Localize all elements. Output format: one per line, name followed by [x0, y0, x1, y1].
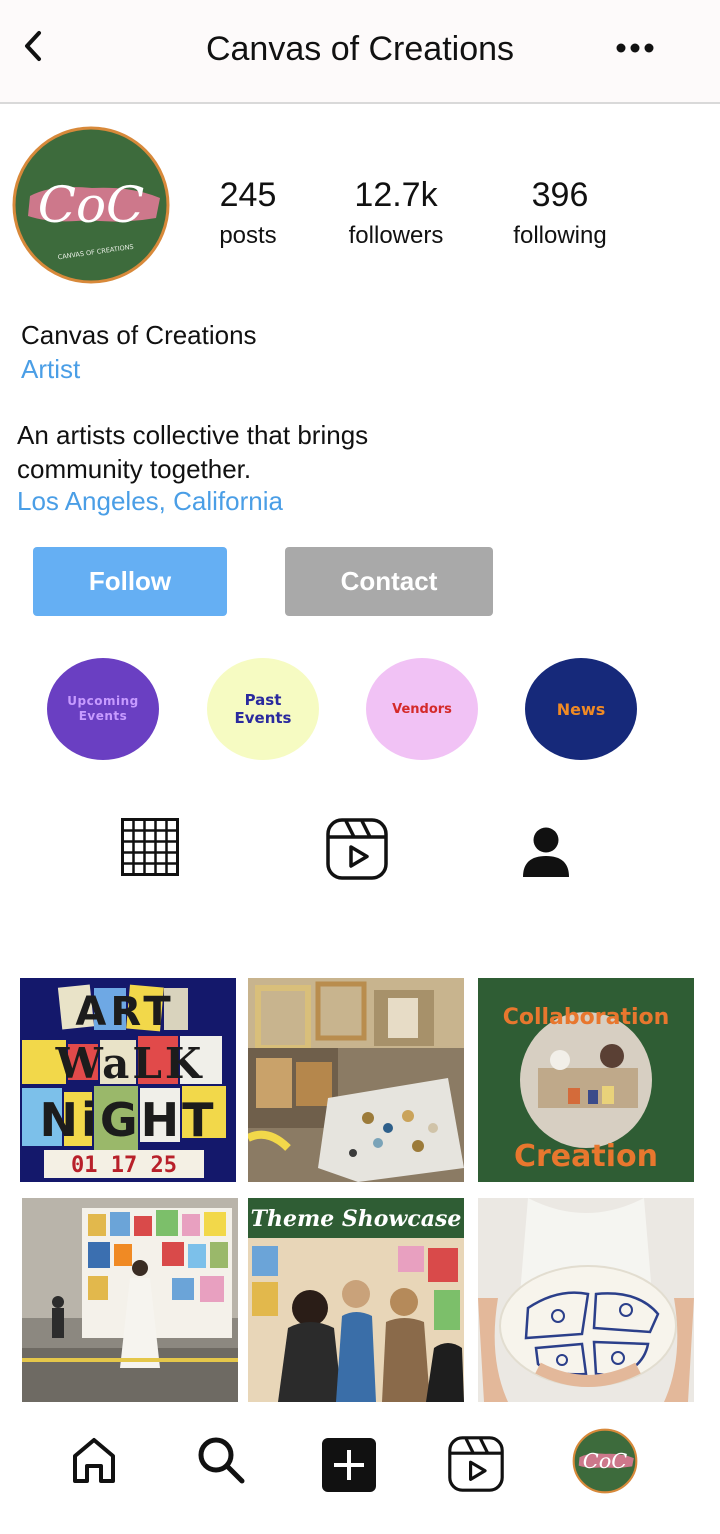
- following-label: following: [513, 222, 607, 249]
- highlight-label: Upcoming Events: [67, 694, 138, 724]
- bio-line-2: community together.: [17, 454, 252, 484]
- nav-avatar-monogram: CoC: [583, 1449, 628, 1473]
- post-collaboration-creation[interactable]: Collaboration Creation: [478, 978, 694, 1182]
- art-walk-line3: NiGHT: [40, 1093, 217, 1147]
- tagged-user-icon: [523, 827, 569, 877]
- nav-create[interactable]: [322, 1438, 376, 1497]
- contact-button[interactable]: Contact: [285, 547, 493, 616]
- profile-name: Canvas of Creations: [21, 320, 257, 350]
- post-vendor-market[interactable]: [248, 978, 464, 1182]
- highlight-vendors[interactable]: Vendors: [366, 658, 478, 760]
- follow-button[interactable]: Follow: [33, 547, 227, 616]
- collab-top-text: Collaboration: [503, 1005, 670, 1030]
- followers-count: 12.7k: [354, 176, 438, 214]
- highlight-upcoming-events[interactable]: Upcoming Events: [47, 658, 159, 760]
- collab-bottom-text: Creation: [514, 1139, 658, 1174]
- grid-icon: [121, 818, 179, 876]
- profile-category[interactable]: Artist: [21, 354, 80, 385]
- profile-location[interactable]: Los Angeles, California: [17, 486, 283, 517]
- art-walk-date: 01 17 25: [71, 1153, 177, 1178]
- post-theme-showcase[interactable]: Theme Showcase: [248, 1198, 464, 1402]
- highlight-label: Vendors: [392, 701, 452, 717]
- reels-icon: [326, 818, 388, 880]
- more-horizontal-icon: [616, 43, 654, 53]
- highlight-news[interactable]: News: [525, 658, 637, 760]
- following-count: 396: [531, 176, 589, 214]
- highlight-label-line1: Past: [244, 691, 282, 709]
- bio-line-1: An artists collective that brings: [17, 420, 369, 450]
- highlight-label: News: [556, 699, 606, 719]
- profile-avatar[interactable]: CoC CANVAS OF CREATIONS: [12, 126, 170, 284]
- search-icon: [198, 1437, 245, 1484]
- nav-reels[interactable]: [448, 1436, 504, 1497]
- reels-icon: [448, 1436, 504, 1492]
- tab-tagged[interactable]: [521, 826, 571, 883]
- post-ceramic-plate[interactable]: [478, 1198, 694, 1402]
- art-walk-line1: ART: [75, 989, 174, 1035]
- add-post-icon: [322, 1438, 376, 1492]
- stat-followers[interactable]: 12.7k followers: [336, 176, 456, 250]
- stat-posts[interactable]: 245 posts: [200, 176, 296, 250]
- highlight-label-line1: Upcoming: [67, 694, 139, 708]
- post-art-walk-night[interactable]: ART WaLK NiGHT 01 17 25: [20, 978, 236, 1182]
- avatar-monogram: CoC: [38, 176, 145, 234]
- tab-reels[interactable]: [326, 818, 388, 885]
- art-walk-line2: WaLK: [55, 1039, 205, 1088]
- post-gallery-wall[interactable]: [22, 1198, 238, 1402]
- highlight-label-line2: Events: [234, 709, 292, 727]
- followers-label: followers: [348, 222, 444, 249]
- nav-home[interactable]: [71, 1436, 117, 1489]
- stat-following[interactable]: 396 following: [502, 176, 618, 250]
- profile-bio: An artists collective that brings commun…: [17, 418, 477, 486]
- theme-banner-text: Theme Showcase: [251, 1206, 462, 1232]
- nav-profile[interactable]: CoC: [572, 1428, 638, 1499]
- highlight-label: Past Events: [235, 691, 292, 727]
- posts-count: 245: [219, 176, 277, 214]
- tab-grid[interactable]: [121, 818, 179, 881]
- highlight-past-events[interactable]: Past Events: [207, 658, 319, 760]
- nav-search[interactable]: [197, 1436, 245, 1489]
- posts-label: posts: [219, 222, 277, 249]
- top-bar: Canvas of Creations: [0, 0, 720, 104]
- home-icon: [73, 1438, 115, 1483]
- more-options-button[interactable]: [612, 34, 658, 62]
- highlight-label-line2: Events: [78, 709, 128, 723]
- profile-avatar-icon: CoC: [572, 1428, 638, 1494]
